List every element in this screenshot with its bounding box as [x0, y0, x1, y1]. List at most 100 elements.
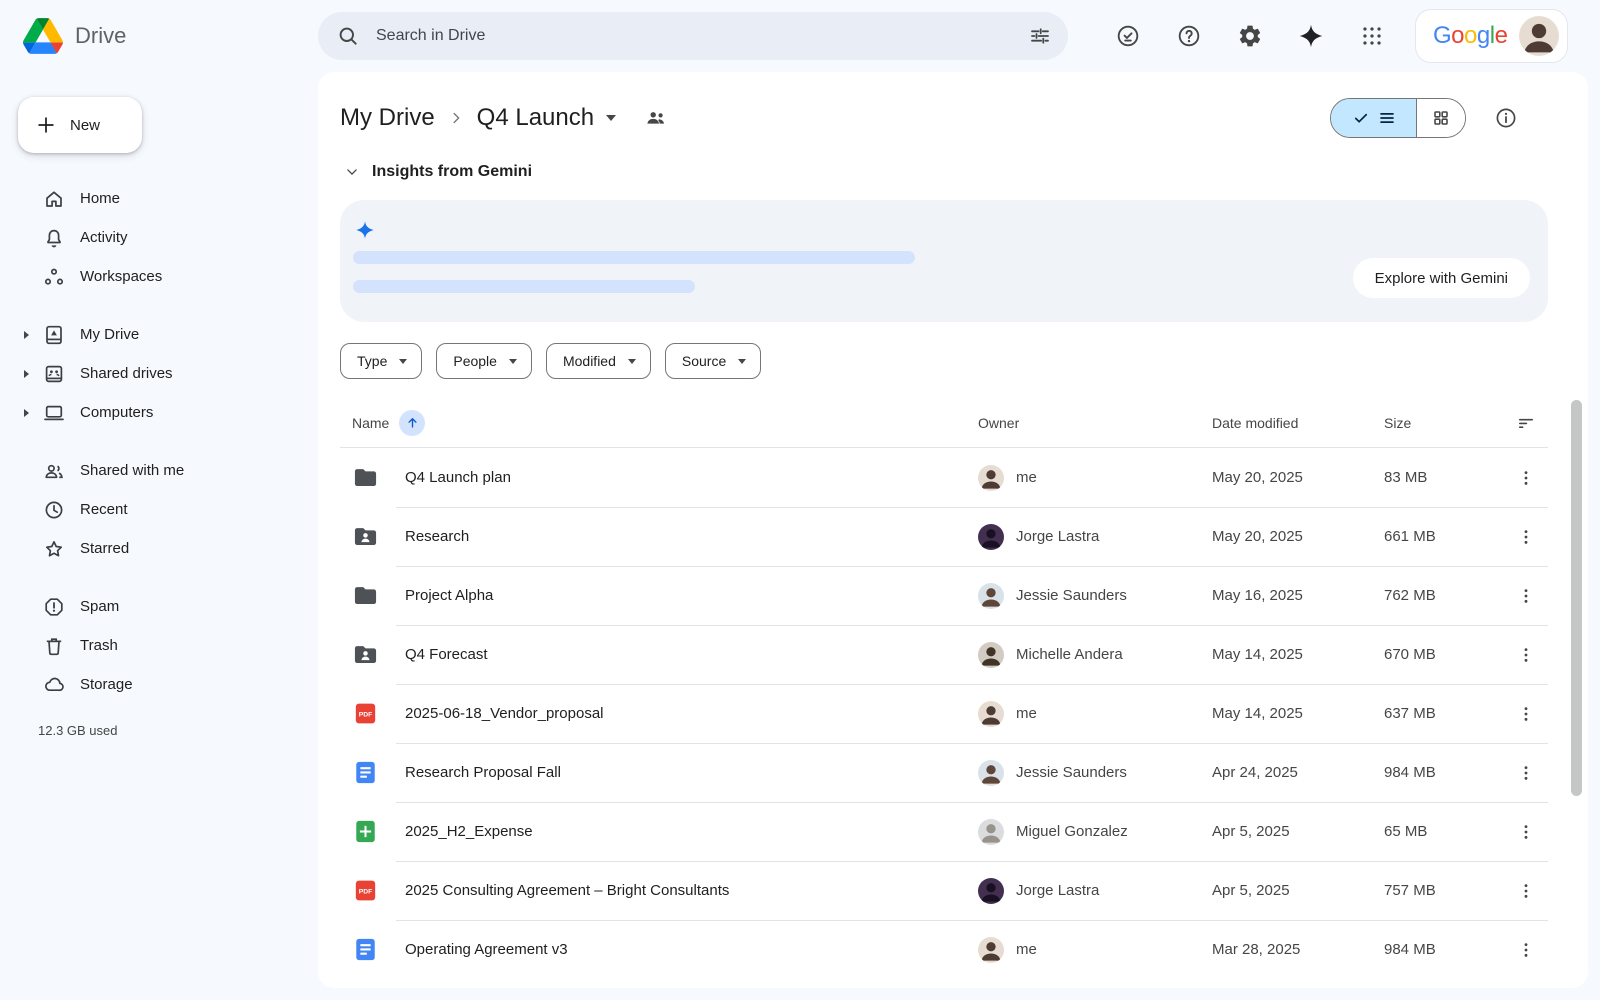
loading-skeleton-line	[353, 280, 695, 293]
info-icon[interactable]	[1494, 106, 1518, 130]
explore-button-label: Explore with Gemini	[1375, 270, 1508, 287]
expand-caret-icon[interactable]	[24, 409, 29, 417]
apps-grid-icon[interactable]	[1359, 23, 1385, 49]
column-header-size[interactable]: Size	[1384, 415, 1504, 431]
file-name[interactable]: Research	[405, 528, 469, 545]
google-docs-icon	[352, 759, 379, 786]
search-icon[interactable]	[336, 24, 360, 48]
owner-avatar	[978, 583, 1004, 609]
table-row[interactable]: 2025_H2_Expense Miguel Gonzalez Apr 5, 2…	[340, 802, 1548, 861]
table-row[interactable]: Research Proposal Fall Jessie Saunders A…	[340, 743, 1548, 802]
help-icon[interactable]	[1176, 23, 1202, 49]
settings-icon[interactable]	[1237, 23, 1263, 49]
wordmark-letter: o	[1451, 22, 1464, 50]
row-menu-icon[interactable]	[1516, 645, 1536, 665]
file-name[interactable]: Q4 Forecast	[405, 646, 488, 663]
table-row[interactable]: 2025-06-18_Vendor_proposal me May 14, 20…	[340, 684, 1548, 743]
sort-options-icon[interactable]	[1516, 413, 1536, 433]
sidebar-item-spam[interactable]: Spam	[0, 587, 318, 626]
sidebar-item-workspaces[interactable]: Workspaces	[0, 257, 318, 296]
owner-name: Michelle Andera	[1016, 646, 1123, 663]
list-view-button[interactable]	[1331, 99, 1416, 137]
search-input[interactable]	[376, 27, 1012, 45]
file-name[interactable]: 2025-06-18_Vendor_proposal	[405, 705, 604, 722]
folder-menu-caret-icon[interactable]	[606, 115, 616, 121]
sidebar-item-activity[interactable]: Activity	[0, 218, 318, 257]
filter-chip-people[interactable]: People	[436, 343, 532, 379]
check-icon	[1352, 109, 1370, 127]
explore-with-gemini-button[interactable]: Explore with Gemini	[1353, 258, 1530, 298]
google-account-pill[interactable]: G o o g l e	[1415, 9, 1568, 63]
expand-caret-icon[interactable]	[24, 370, 29, 378]
column-header-owner[interactable]: Owner	[978, 415, 1212, 431]
sidebar-item-starred[interactable]: Starred	[0, 529, 318, 568]
table-row[interactable]: Q4 Launch plan me May 20, 2025 83 MB	[340, 448, 1548, 507]
filter-chip-type[interactable]: Type	[340, 343, 422, 379]
table-row[interactable]: 2025 Consulting Agreement – Bright Consu…	[340, 861, 1548, 920]
insights-toggle[interactable]: Insights from Gemini	[345, 160, 1548, 184]
view-toggle	[1330, 98, 1466, 138]
column-header-name[interactable]: Name	[352, 410, 978, 436]
sidebar-item-recent[interactable]: Recent	[0, 490, 318, 529]
chevron-down-icon	[509, 359, 517, 364]
breadcrumb-current[interactable]: Q4 Launch	[477, 104, 594, 132]
tune-icon[interactable]	[1028, 24, 1052, 48]
drive-brand[interactable]: Drive	[0, 18, 318, 54]
owner-name: me	[1016, 705, 1037, 722]
sidebar-item-label: Shared drives	[80, 365, 173, 382]
sidebar-item-storage[interactable]: Storage	[0, 665, 318, 704]
file-size: 762 MB	[1384, 587, 1504, 604]
row-menu-icon[interactable]	[1516, 468, 1536, 488]
google-wordmark: G o o g l e	[1433, 22, 1507, 50]
file-name[interactable]: Research Proposal Fall	[405, 764, 561, 781]
row-menu-icon[interactable]	[1516, 586, 1536, 606]
sidebar-item-label: Recent	[80, 501, 128, 518]
chevron-down-icon	[399, 359, 407, 364]
folder-icon	[352, 464, 379, 491]
table-row[interactable]: Q4 Forecast Michelle Andera May 14, 2025…	[340, 625, 1548, 684]
owner-name: Miguel Gonzalez	[1016, 823, 1128, 840]
sidebar-item-computers[interactable]: Computers	[0, 393, 318, 432]
row-menu-icon[interactable]	[1516, 527, 1536, 547]
new-button[interactable]: New	[18, 97, 142, 153]
filter-chip-modified[interactable]: Modified	[546, 343, 651, 379]
search-bar[interactable]	[318, 12, 1068, 60]
row-menu-icon[interactable]	[1516, 763, 1536, 783]
sort-ascending-badge[interactable]	[399, 410, 425, 436]
sidebar-item-label: Home	[80, 190, 120, 207]
starred-icon	[42, 537, 66, 561]
row-menu-icon[interactable]	[1516, 940, 1536, 960]
vertical-scrollbar[interactable]	[1571, 400, 1582, 796]
file-name[interactable]: 2025_H2_Expense	[405, 823, 533, 840]
row-menu-icon[interactable]	[1516, 822, 1536, 842]
file-name[interactable]: 2025 Consulting Agreement – Bright Consu…	[405, 882, 729, 899]
sidebar-item-home[interactable]: Home	[0, 179, 318, 218]
shared-members-icon[interactable]	[644, 106, 668, 130]
expand-caret-icon[interactable]	[24, 331, 29, 339]
filter-chip-source[interactable]: Source	[665, 343, 761, 379]
row-menu-icon[interactable]	[1516, 881, 1536, 901]
date-modified: May 14, 2025	[1212, 646, 1384, 663]
table-row[interactable]: Operating Agreement v3 me Mar 28, 2025 9…	[340, 920, 1548, 979]
google-docs-icon	[352, 936, 379, 963]
storage-used-label: 12.3 GB used	[38, 723, 318, 738]
column-header-modified[interactable]: Date modified	[1212, 415, 1384, 431]
chip-label: Type	[357, 353, 387, 369]
file-name[interactable]: Operating Agreement v3	[405, 941, 568, 958]
sidebar-item-shared-with-me[interactable]: Shared with me	[0, 451, 318, 490]
sidebar-item-shared-drives[interactable]: Shared drives	[0, 354, 318, 393]
breadcrumb-parent[interactable]: My Drive	[340, 104, 435, 132]
file-name[interactable]: Project Alpha	[405, 587, 493, 604]
offline-status-icon[interactable]	[1115, 23, 1141, 49]
account-avatar[interactable]	[1519, 16, 1559, 56]
row-menu-icon[interactable]	[1516, 704, 1536, 724]
sidebar-nav: Home Activity Workspaces My Drive Shared…	[0, 179, 318, 704]
file-name[interactable]: Q4 Launch plan	[405, 469, 511, 486]
sidebar-item-trash[interactable]: Trash	[0, 626, 318, 665]
grid-view-button[interactable]	[1416, 99, 1465, 137]
table-row[interactable]: Project Alpha Jessie Saunders May 16, 20…	[340, 566, 1548, 625]
wordmark-letter: o	[1464, 22, 1477, 50]
table-row[interactable]: Research Jorge Lastra May 20, 2025 661 M…	[340, 507, 1548, 566]
gemini-spark-icon[interactable]	[1298, 23, 1324, 49]
sidebar-item-my-drive[interactable]: My Drive	[0, 315, 318, 354]
